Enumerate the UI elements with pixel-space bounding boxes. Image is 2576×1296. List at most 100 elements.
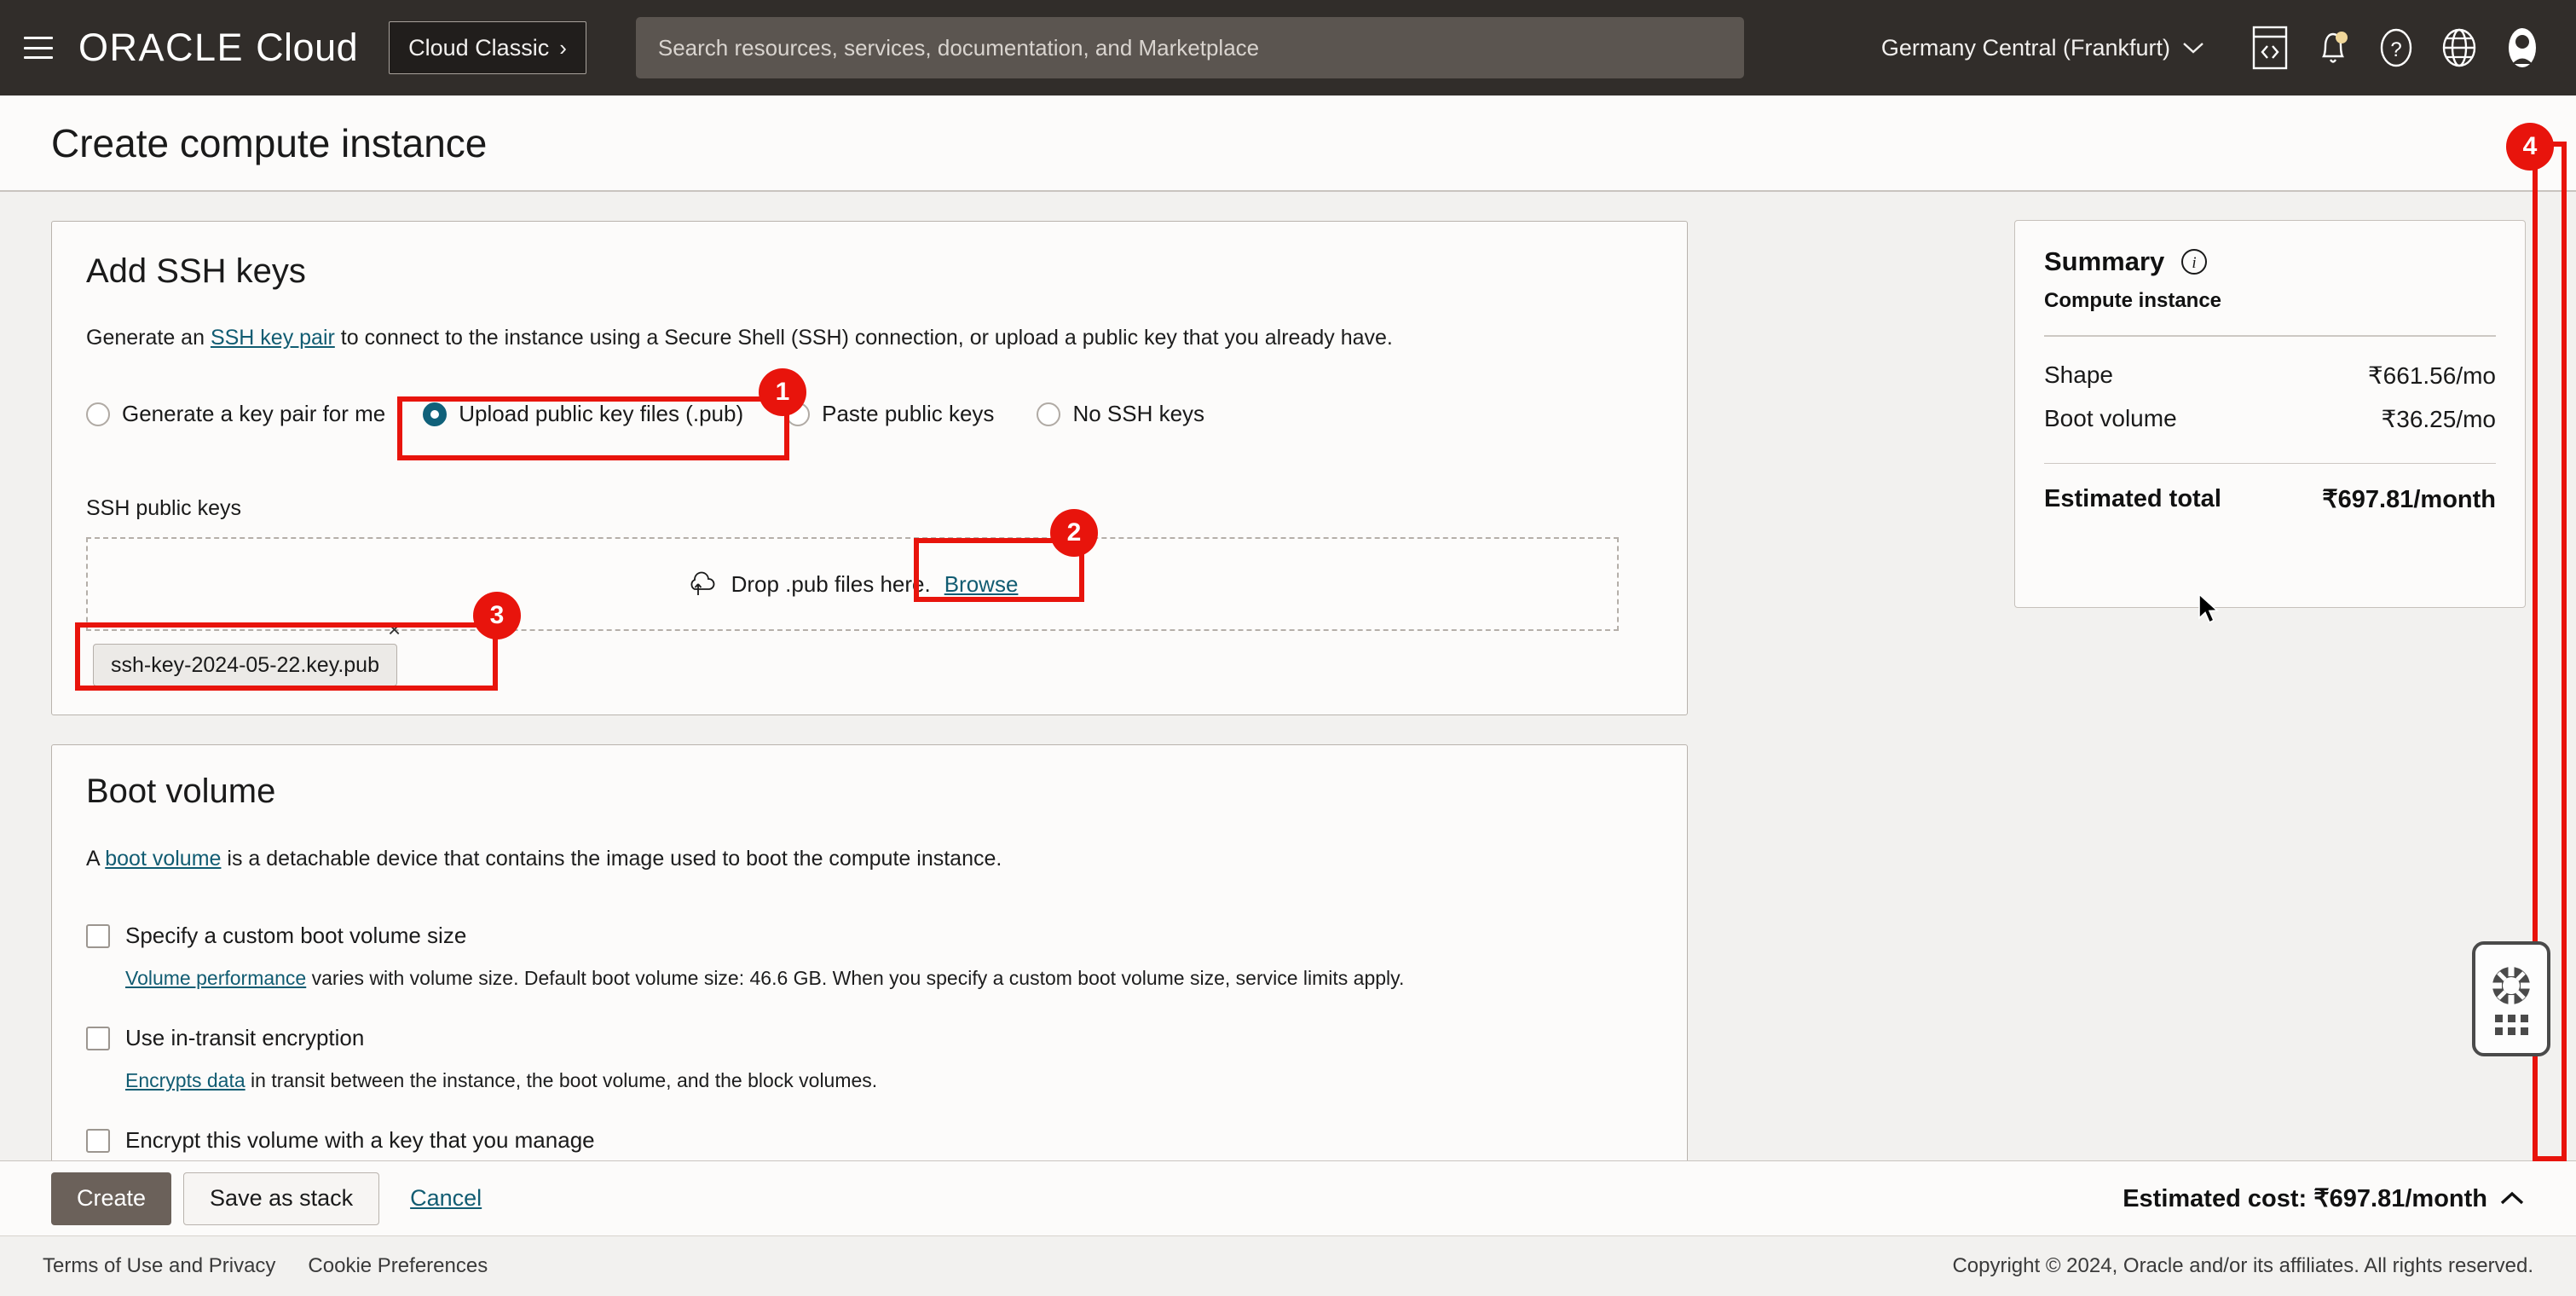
radio-label: No SSH keys bbox=[1072, 401, 1205, 426]
annotation-badge-3: 3 bbox=[473, 592, 521, 639]
summary-divider-bottom bbox=[2044, 462, 2496, 464]
ssh-desc-suffix: to connect to the instance using a Secur… bbox=[334, 326, 1393, 350]
global-search-input[interactable]: Search resources, services, documentatio… bbox=[635, 17, 1744, 78]
oracle-cloud-logo[interactable]: ORACLE Cloud bbox=[78, 26, 358, 70]
hamburger-menu-icon[interactable] bbox=[24, 37, 53, 59]
ssh-key-option-radio-group: Generate a key pair for me Upload public… bbox=[86, 401, 1204, 427]
checkbox-label: Specify a custom boot volume size bbox=[125, 923, 467, 948]
ssh-public-keys-label: SSH public keys bbox=[86, 496, 242, 520]
browse-link[interactable]: Browse bbox=[944, 571, 1019, 598]
radio-generate-key-pair[interactable]: Generate a key pair for me bbox=[86, 401, 385, 427]
checkbox-label: Use in-transit encryption bbox=[125, 1025, 365, 1050]
oracle-wordmark: ORACLE bbox=[78, 26, 245, 69]
cookie-preferences-link[interactable]: Cookie Preferences bbox=[308, 1254, 488, 1278]
summary-row-value: ₹36.25/mo bbox=[2381, 405, 2496, 432]
boot-section-description: A boot volume is a detachable device tha… bbox=[86, 845, 1646, 874]
cloud-classic-label: Cloud Classic bbox=[408, 34, 550, 61]
summary-title: Summary bbox=[2044, 246, 2165, 276]
uploaded-file-chip[interactable]: ssh-key-2024-05-22.key.pub bbox=[93, 644, 397, 686]
lifesaver-support-icon bbox=[2492, 966, 2530, 1004]
support-help-widget[interactable] bbox=[2472, 941, 2550, 1056]
boot-desc-prefix: A bbox=[86, 847, 106, 871]
page-footer: Terms of Use and Privacy Cookie Preferen… bbox=[0, 1235, 2576, 1296]
annotation-badge-2: 2 bbox=[1050, 509, 1098, 557]
top-navigation-bar: ORACLE Cloud Cloud Classic › Search reso… bbox=[0, 0, 2576, 95]
checkbox-in-transit-encryption[interactable]: Use in-transit encryption bbox=[86, 1025, 364, 1051]
summary-row-boot-volume: Boot volume ₹36.25/mo bbox=[2044, 397, 2496, 441]
svg-text:?: ? bbox=[2390, 38, 2401, 61]
save-as-stack-button[interactable]: Save as stack bbox=[183, 1172, 380, 1225]
cloud-upload-icon bbox=[690, 571, 714, 595]
chevron-up-icon bbox=[2500, 1191, 2524, 1204]
notification-bell-icon[interactable] bbox=[2302, 16, 2365, 79]
summary-row-shape: Shape ₹661.56/mo bbox=[2044, 354, 2496, 397]
page-title: Create compute instance bbox=[51, 120, 488, 165]
checkbox-encrypt-volume-own-key[interactable]: Encrypt this volume with a key that you … bbox=[86, 1127, 595, 1154]
code-editor-icon[interactable] bbox=[2238, 16, 2302, 79]
summary-divider-top bbox=[2044, 335, 2496, 337]
annotation-badge-1: 1 bbox=[759, 368, 806, 416]
summary-row-label: Shape bbox=[2044, 362, 2113, 388]
checkbox-indicator bbox=[86, 1128, 110, 1153]
checkbox-custom-boot-volume-size[interactable]: Specify a custom boot volume size bbox=[86, 923, 466, 949]
page-header: Create compute instance bbox=[0, 95, 2576, 192]
summary-subtitle: Compute instance bbox=[2044, 289, 2222, 312]
create-button[interactable]: Create bbox=[51, 1172, 172, 1225]
boot-volume-card: Boot volume A boot volume is a detachabl… bbox=[51, 744, 1688, 1160]
uploaded-file-chip-wrap: × ssh-key-2024-05-22.key.pub bbox=[93, 618, 401, 686]
ssh-key-pair-link[interactable]: SSH key pair bbox=[211, 326, 335, 350]
checkbox-indicator bbox=[86, 923, 110, 948]
nav-right-group: Germany Central (Frankfurt) ? bbox=[1881, 16, 2576, 79]
cloud-classic-button[interactable]: Cloud Classic › bbox=[389, 21, 586, 74]
summary-panel: Summary i Compute instance Shape ₹661.56… bbox=[2014, 220, 2526, 608]
help-text: varies with volume size. Default boot vo… bbox=[306, 967, 1405, 989]
checkbox-indicator bbox=[86, 1026, 110, 1050]
summary-header: Summary i bbox=[2044, 246, 2496, 277]
add-ssh-keys-card: Add SSH keys Generate an SSH key pair to… bbox=[51, 221, 1688, 715]
estimated-total-value: ₹697.81/month bbox=[2322, 486, 2496, 513]
in-transit-encryption-help: Encrypts data in transit between the ins… bbox=[125, 1069, 1643, 1092]
cancel-link[interactable]: Cancel bbox=[410, 1185, 482, 1212]
custom-boot-volume-help: Volume performance varies with volume si… bbox=[125, 967, 1643, 990]
estimated-cost-label: Estimated cost: ₹697.81/month bbox=[2123, 1185, 2487, 1212]
radio-label: Paste public keys bbox=[822, 401, 995, 426]
radio-upload-public-key-files[interactable]: Upload public key files (.pub) bbox=[423, 401, 743, 427]
ssh-key-dropzone[interactable]: Drop .pub files here. Browse bbox=[86, 537, 1619, 631]
user-avatar-icon[interactable] bbox=[2491, 16, 2554, 79]
summary-estimated-total: Estimated total ₹697.81/month bbox=[2044, 481, 2496, 514]
help-question-icon[interactable]: ? bbox=[2365, 16, 2428, 79]
checkbox-label: Encrypt this volume with a key that you … bbox=[125, 1127, 595, 1153]
ssh-desc-prefix: Generate an bbox=[86, 326, 211, 350]
drag-dots-handle[interactable] bbox=[2494, 1014, 2528, 1035]
ssh-section-title: Add SSH keys bbox=[86, 252, 306, 290]
estimated-cost-toggle[interactable]: Estimated cost: ₹697.81/month bbox=[2123, 1183, 2525, 1213]
remove-file-icon[interactable]: × bbox=[388, 618, 401, 640]
region-label: Germany Central (Frankfurt) bbox=[1880, 34, 2170, 61]
volume-performance-link[interactable]: Volume performance bbox=[125, 967, 306, 989]
summary-row-value: ₹661.56/mo bbox=[2367, 362, 2496, 389]
boot-section-title: Boot volume bbox=[86, 772, 276, 810]
radio-no-ssh-keys[interactable]: No SSH keys bbox=[1037, 401, 1204, 427]
radio-label: Generate a key pair for me bbox=[122, 401, 386, 426]
search-placeholder: Search resources, services, documentatio… bbox=[657, 34, 1260, 61]
region-selector[interactable]: Germany Central (Frankfurt) bbox=[1881, 35, 2204, 61]
boot-desc-suffix: is a detachable device that contains the… bbox=[221, 847, 1002, 871]
action-bar: Create Save as stack Cancel Estimated co… bbox=[0, 1160, 2576, 1235]
svg-text:i: i bbox=[2192, 254, 2197, 272]
radio-indicator bbox=[423, 402, 448, 426]
help-text: in transit between the instance, the boo… bbox=[245, 1069, 878, 1091]
globe-language-icon[interactable] bbox=[2428, 16, 2491, 79]
dropzone-text: Drop .pub files here. bbox=[731, 570, 931, 597]
ssh-section-description: Generate an SSH key pair to connect to t… bbox=[86, 324, 1646, 353]
chevron-right-icon: › bbox=[559, 35, 567, 61]
radio-label: Upload public key files (.pub) bbox=[459, 401, 744, 426]
info-icon[interactable]: i bbox=[2180, 247, 2209, 276]
terms-of-use-link[interactable]: Terms of Use and Privacy bbox=[43, 1254, 275, 1278]
chevron-down-icon bbox=[2183, 43, 2203, 54]
copyright-text: Copyright © 2024, Oracle and/or its affi… bbox=[1952, 1254, 2533, 1277]
radio-paste-public-keys[interactable]: Paste public keys bbox=[786, 401, 994, 427]
boot-volume-link[interactable]: boot volume bbox=[105, 847, 221, 871]
annotation-badge-4: 4 bbox=[2506, 123, 2554, 171]
radio-indicator bbox=[1037, 402, 1061, 426]
encrypts-data-link[interactable]: Encrypts data bbox=[125, 1069, 245, 1091]
